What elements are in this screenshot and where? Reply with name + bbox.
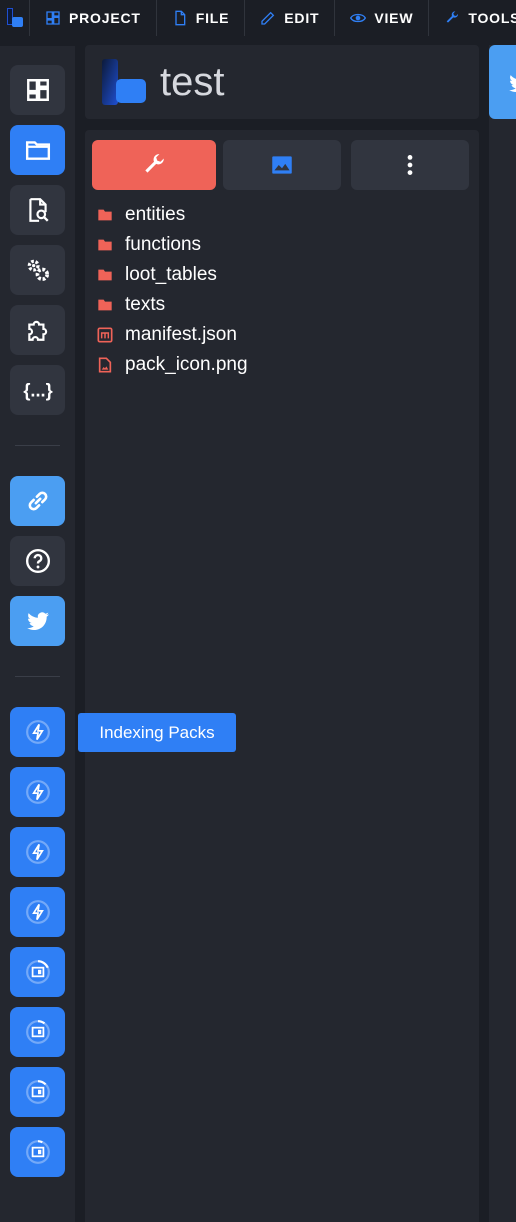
pencil-icon bbox=[261, 11, 275, 25]
project-logo-icon bbox=[102, 59, 146, 105]
menu-edit[interactable]: EDIT bbox=[245, 0, 336, 36]
svg-text:{...}: {...} bbox=[23, 380, 52, 400]
sidebar-snippets-button[interactable]: {...} bbox=[10, 365, 65, 415]
menu-view[interactable]: VIEW bbox=[335, 0, 430, 36]
project-header bbox=[85, 45, 479, 119]
tab-resource-pack[interactable] bbox=[223, 140, 341, 190]
right-panel bbox=[489, 45, 516, 1222]
lightning-icon bbox=[25, 840, 50, 864]
tree-item-folder[interactable]: loot_tables bbox=[97, 260, 217, 290]
tree-item-label: entities bbox=[125, 204, 186, 225]
pack-icon bbox=[25, 1140, 50, 1164]
folder-icon bbox=[98, 299, 112, 311]
task-indexing-button[interactable] bbox=[10, 707, 65, 757]
tab-more-options[interactable] bbox=[351, 140, 469, 190]
sidebar-packs-button[interactable] bbox=[10, 125, 65, 175]
sidebar-extensions-button[interactable] bbox=[10, 305, 65, 355]
tree-item-label: loot_tables bbox=[125, 264, 217, 285]
folder-icon bbox=[98, 269, 112, 281]
sidebar-twitter-button[interactable] bbox=[10, 596, 65, 646]
task-pack-button[interactable] bbox=[10, 1127, 65, 1177]
task-indexing-button[interactable] bbox=[10, 827, 65, 877]
wrench-icon bbox=[145, 154, 164, 173]
menu-view-label: VIEW bbox=[374, 10, 414, 26]
folder-icon bbox=[98, 209, 112, 221]
tree-item-label: functions bbox=[125, 234, 202, 255]
twitter-icon bbox=[26, 612, 49, 630]
sidebar-divider bbox=[15, 676, 60, 677]
lightning-icon bbox=[25, 900, 50, 924]
folder-icon bbox=[25, 141, 50, 160]
eye-icon bbox=[350, 13, 367, 23]
tree-item-label: manifest.json bbox=[125, 324, 237, 345]
tree-item-folder[interactable]: functions bbox=[97, 230, 201, 260]
twitter-icon bbox=[509, 75, 516, 92]
json-file-icon bbox=[97, 327, 113, 343]
tab-pack-explorer[interactable] bbox=[92, 140, 216, 190]
dashboard-icon bbox=[46, 11, 60, 25]
task-pack-button[interactable] bbox=[10, 1007, 65, 1057]
sidebar-divider bbox=[15, 445, 60, 446]
sidebar-help-button[interactable] bbox=[10, 536, 65, 586]
sidebar-file-search-button[interactable] bbox=[10, 185, 65, 235]
sidebar-dashboard-button[interactable] bbox=[10, 65, 65, 115]
sidebar-settings-button[interactable] bbox=[10, 245, 65, 295]
app-logo-icon[interactable] bbox=[0, 0, 30, 36]
menu-project-label: PROJECT bbox=[69, 10, 141, 26]
tree-item-label: texts bbox=[125, 294, 166, 315]
sidebar-link-button[interactable] bbox=[10, 476, 65, 526]
file-search-icon bbox=[28, 198, 49, 222]
lightning-icon bbox=[25, 780, 50, 804]
task-pack-button[interactable] bbox=[10, 1067, 65, 1117]
folder-icon bbox=[98, 239, 112, 251]
pack-icon bbox=[25, 1080, 50, 1104]
menu-tools[interactable]: TOOLS bbox=[429, 0, 516, 36]
puzzle-icon bbox=[27, 320, 47, 341]
task-indexing-button[interactable] bbox=[10, 887, 65, 937]
lightning-icon bbox=[25, 720, 50, 744]
right-twitter-card[interactable] bbox=[489, 45, 516, 119]
dashboard-icon bbox=[26, 79, 49, 101]
menu-file-label: FILE bbox=[195, 10, 230, 26]
image-file-icon bbox=[98, 357, 112, 373]
dots-vertical-icon bbox=[407, 155, 413, 175]
task-pack-button[interactable] bbox=[10, 947, 65, 997]
menu-edit-label: EDIT bbox=[284, 10, 320, 26]
menu-tools-label: TOOLS bbox=[468, 10, 516, 26]
link-icon bbox=[28, 491, 47, 511]
menu-bar: PROJECT FILE EDIT VIEW TOOLS bbox=[0, 0, 516, 36]
pack-icon bbox=[25, 960, 50, 984]
indexing-tooltip: Indexing Packs bbox=[78, 713, 236, 752]
tree-item-file[interactable]: pack_icon.png bbox=[97, 350, 248, 380]
pack-icon bbox=[25, 1020, 50, 1044]
tree-item-file[interactable]: manifest.json bbox=[97, 320, 237, 350]
braces-icon: {...} bbox=[23, 380, 52, 400]
image-icon bbox=[272, 156, 292, 174]
help-icon bbox=[25, 548, 50, 574]
menu-file[interactable]: FILE bbox=[157, 0, 246, 36]
project-title[interactable]: test bbox=[160, 58, 224, 106]
tree-item-folder[interactable]: entities bbox=[97, 200, 185, 230]
tree-item-folder[interactable]: texts bbox=[97, 290, 165, 320]
cogs-icon bbox=[27, 259, 49, 282]
wrench-icon bbox=[447, 11, 459, 23]
tree-item-label: pack_icon.png bbox=[125, 354, 248, 375]
task-indexing-button[interactable] bbox=[10, 767, 65, 817]
menu-project[interactable]: PROJECT bbox=[30, 0, 157, 36]
file-icon bbox=[175, 10, 186, 26]
